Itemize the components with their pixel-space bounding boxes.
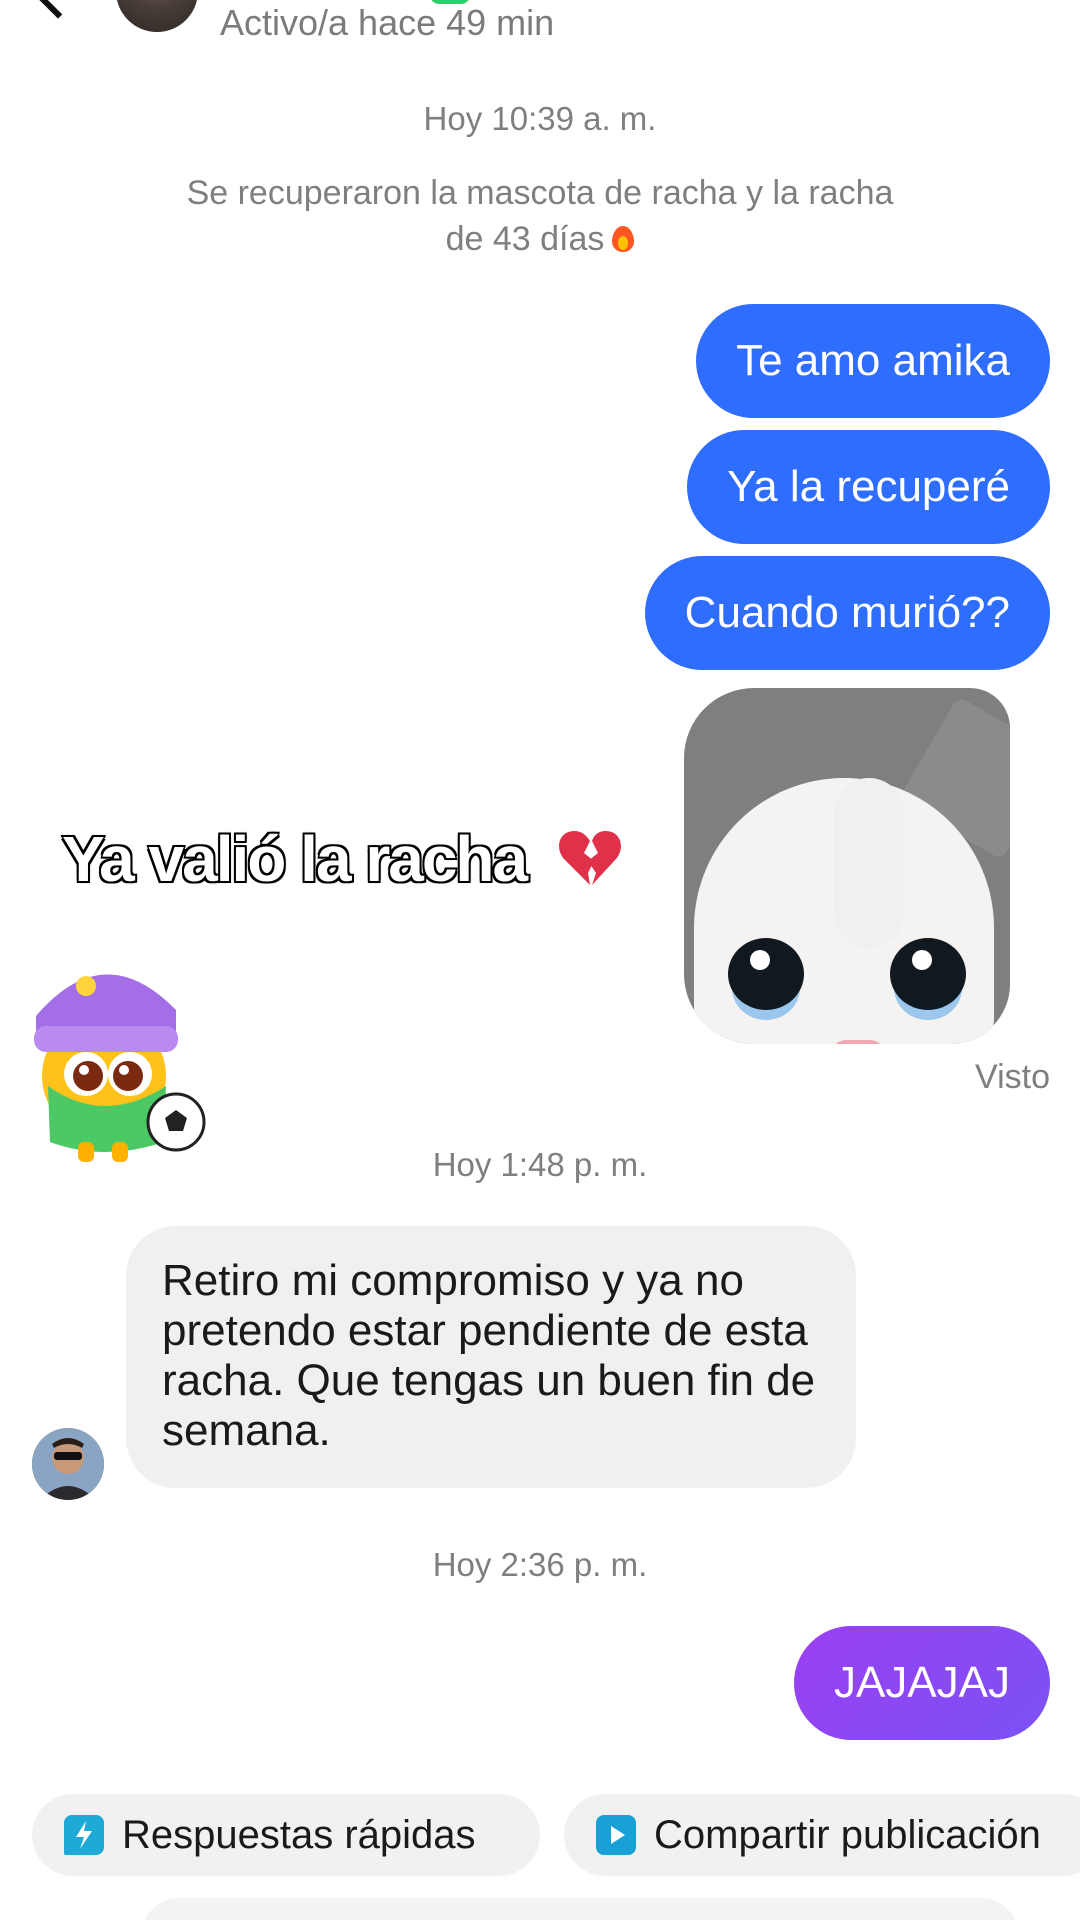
outgoing-message-4[interactable]: JAJAJAJ [793,1626,1050,1740]
contact-avatar[interactable] [32,1428,104,1500]
incoming-message-1[interactable]: Retiro mi compromiso y ya no pretendo es… [126,1226,856,1488]
outgoing-message-1[interactable]: Te amo amika [696,304,1050,418]
cat-eye-right [890,938,966,1010]
quick-replies-chip[interactable]: Respuestas rápidas [32,1794,540,1876]
quick-replies-label: Respuestas rápidas [122,1812,476,1857]
streak-system-note: Se recuperaron la mascota de racha y la … [140,170,940,262]
message-input[interactable] [140,1898,1020,1920]
cat-stripe [834,778,904,948]
timestamp-2: Hoy 1:48 p. m. [432,1146,648,1183]
overlay-caption-text: Ya valió la racha [60,822,529,897]
chat-screen: Activo/a hace 49 min Hoy 10:39 a. m. Se … [0,0,1080,1920]
active-status: Activo/a hace 49 min [220,2,555,43]
fire-icon [612,224,635,252]
outgoing-message-3[interactable]: Cuando murió?? [644,556,1050,670]
timestamp-1: Hoy 10:39 a. m. [423,100,657,137]
share-post-chip[interactable]: Compartir publicación [564,1794,1080,1876]
overlay-caption: Ya valió la racha [60,822,622,897]
cat-eye-left [728,938,804,1010]
lightning-chat-icon [64,1815,104,1855]
system-note-line2-text: de 43 días [445,220,605,258]
header-avatar[interactable] [116,0,198,32]
share-post-label: Compartir publicación [654,1812,1041,1857]
streak-mascot-sticker[interactable] [26,946,206,1166]
timestamp-3: Hoy 2:36 p. m. [432,1546,648,1583]
cat-nose [830,1040,886,1044]
seen-label: Visto [975,1058,1050,1096]
crying-cat-sticker[interactable] [684,688,1010,1044]
outgoing-message-2[interactable]: Ya la recuperé [687,430,1050,544]
system-note-line2: de 43 días [140,216,940,262]
back-arrow-icon[interactable] [35,0,81,19]
broken-heart-icon [558,827,622,887]
system-note-line1: Se recuperaron la mascota de racha y la … [186,174,894,212]
play-icon [596,1815,636,1855]
